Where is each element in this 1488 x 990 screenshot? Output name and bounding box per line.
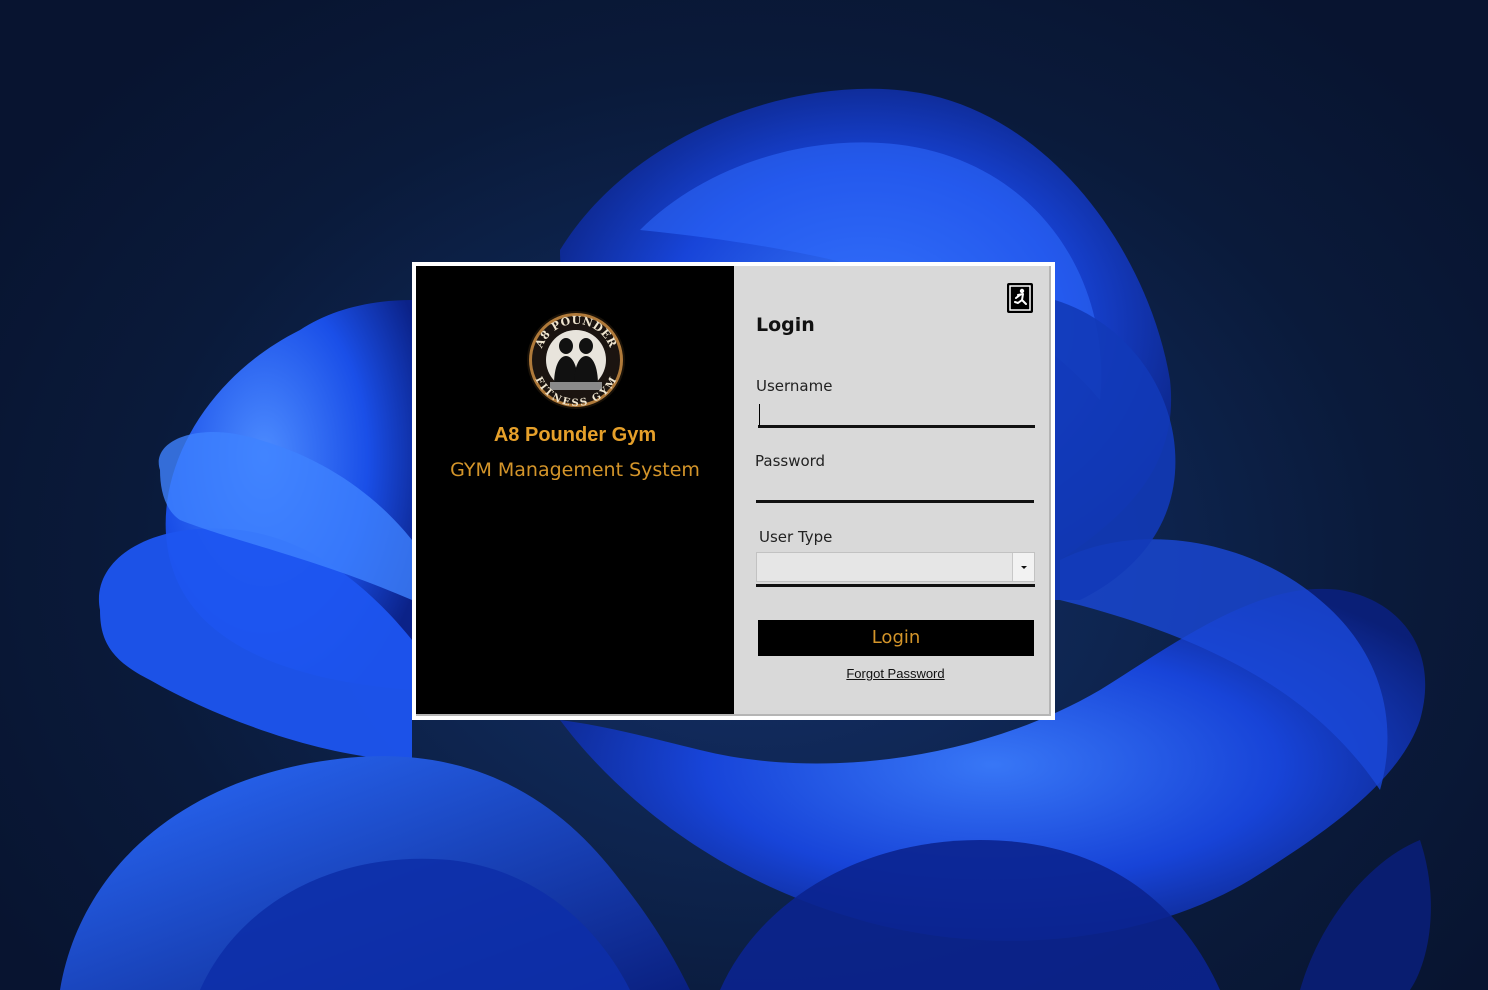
login-window: A8 POUNDER FITNESS GYM A8 Pounder Gym GY… [412, 262, 1055, 720]
password-input[interactable] [756, 477, 1034, 503]
login-button[interactable]: Login [758, 620, 1034, 656]
login-form-panel: Login Username Password User Type Login … [734, 266, 1049, 714]
user-type-select[interactable] [756, 552, 1035, 587]
exit-button[interactable] [1007, 283, 1033, 313]
brand-name: A8 Pounder Gym [493, 424, 657, 446]
username-label: Username [756, 377, 833, 395]
running-person-exit-icon [1009, 285, 1031, 311]
gym-logo: A8 POUNDER FITNESS GYM [527, 311, 625, 409]
user-type-select-box[interactable] [756, 552, 1035, 582]
login-title: Login [756, 314, 815, 336]
brand-subtitle: GYM Management System [450, 459, 700, 481]
login-window-body: A8 POUNDER FITNESS GYM A8 Pounder Gym GY… [416, 266, 1051, 716]
password-label: Password [755, 452, 826, 470]
branding-panel: A8 POUNDER FITNESS GYM A8 Pounder Gym GY… [416, 266, 734, 714]
username-input[interactable] [758, 402, 1035, 428]
user-type-label: User Type [759, 528, 833, 546]
text-cursor [759, 404, 760, 426]
chevron-down-icon[interactable] [1012, 553, 1034, 581]
forgot-password-link[interactable]: Forgot Password [734, 666, 1057, 681]
